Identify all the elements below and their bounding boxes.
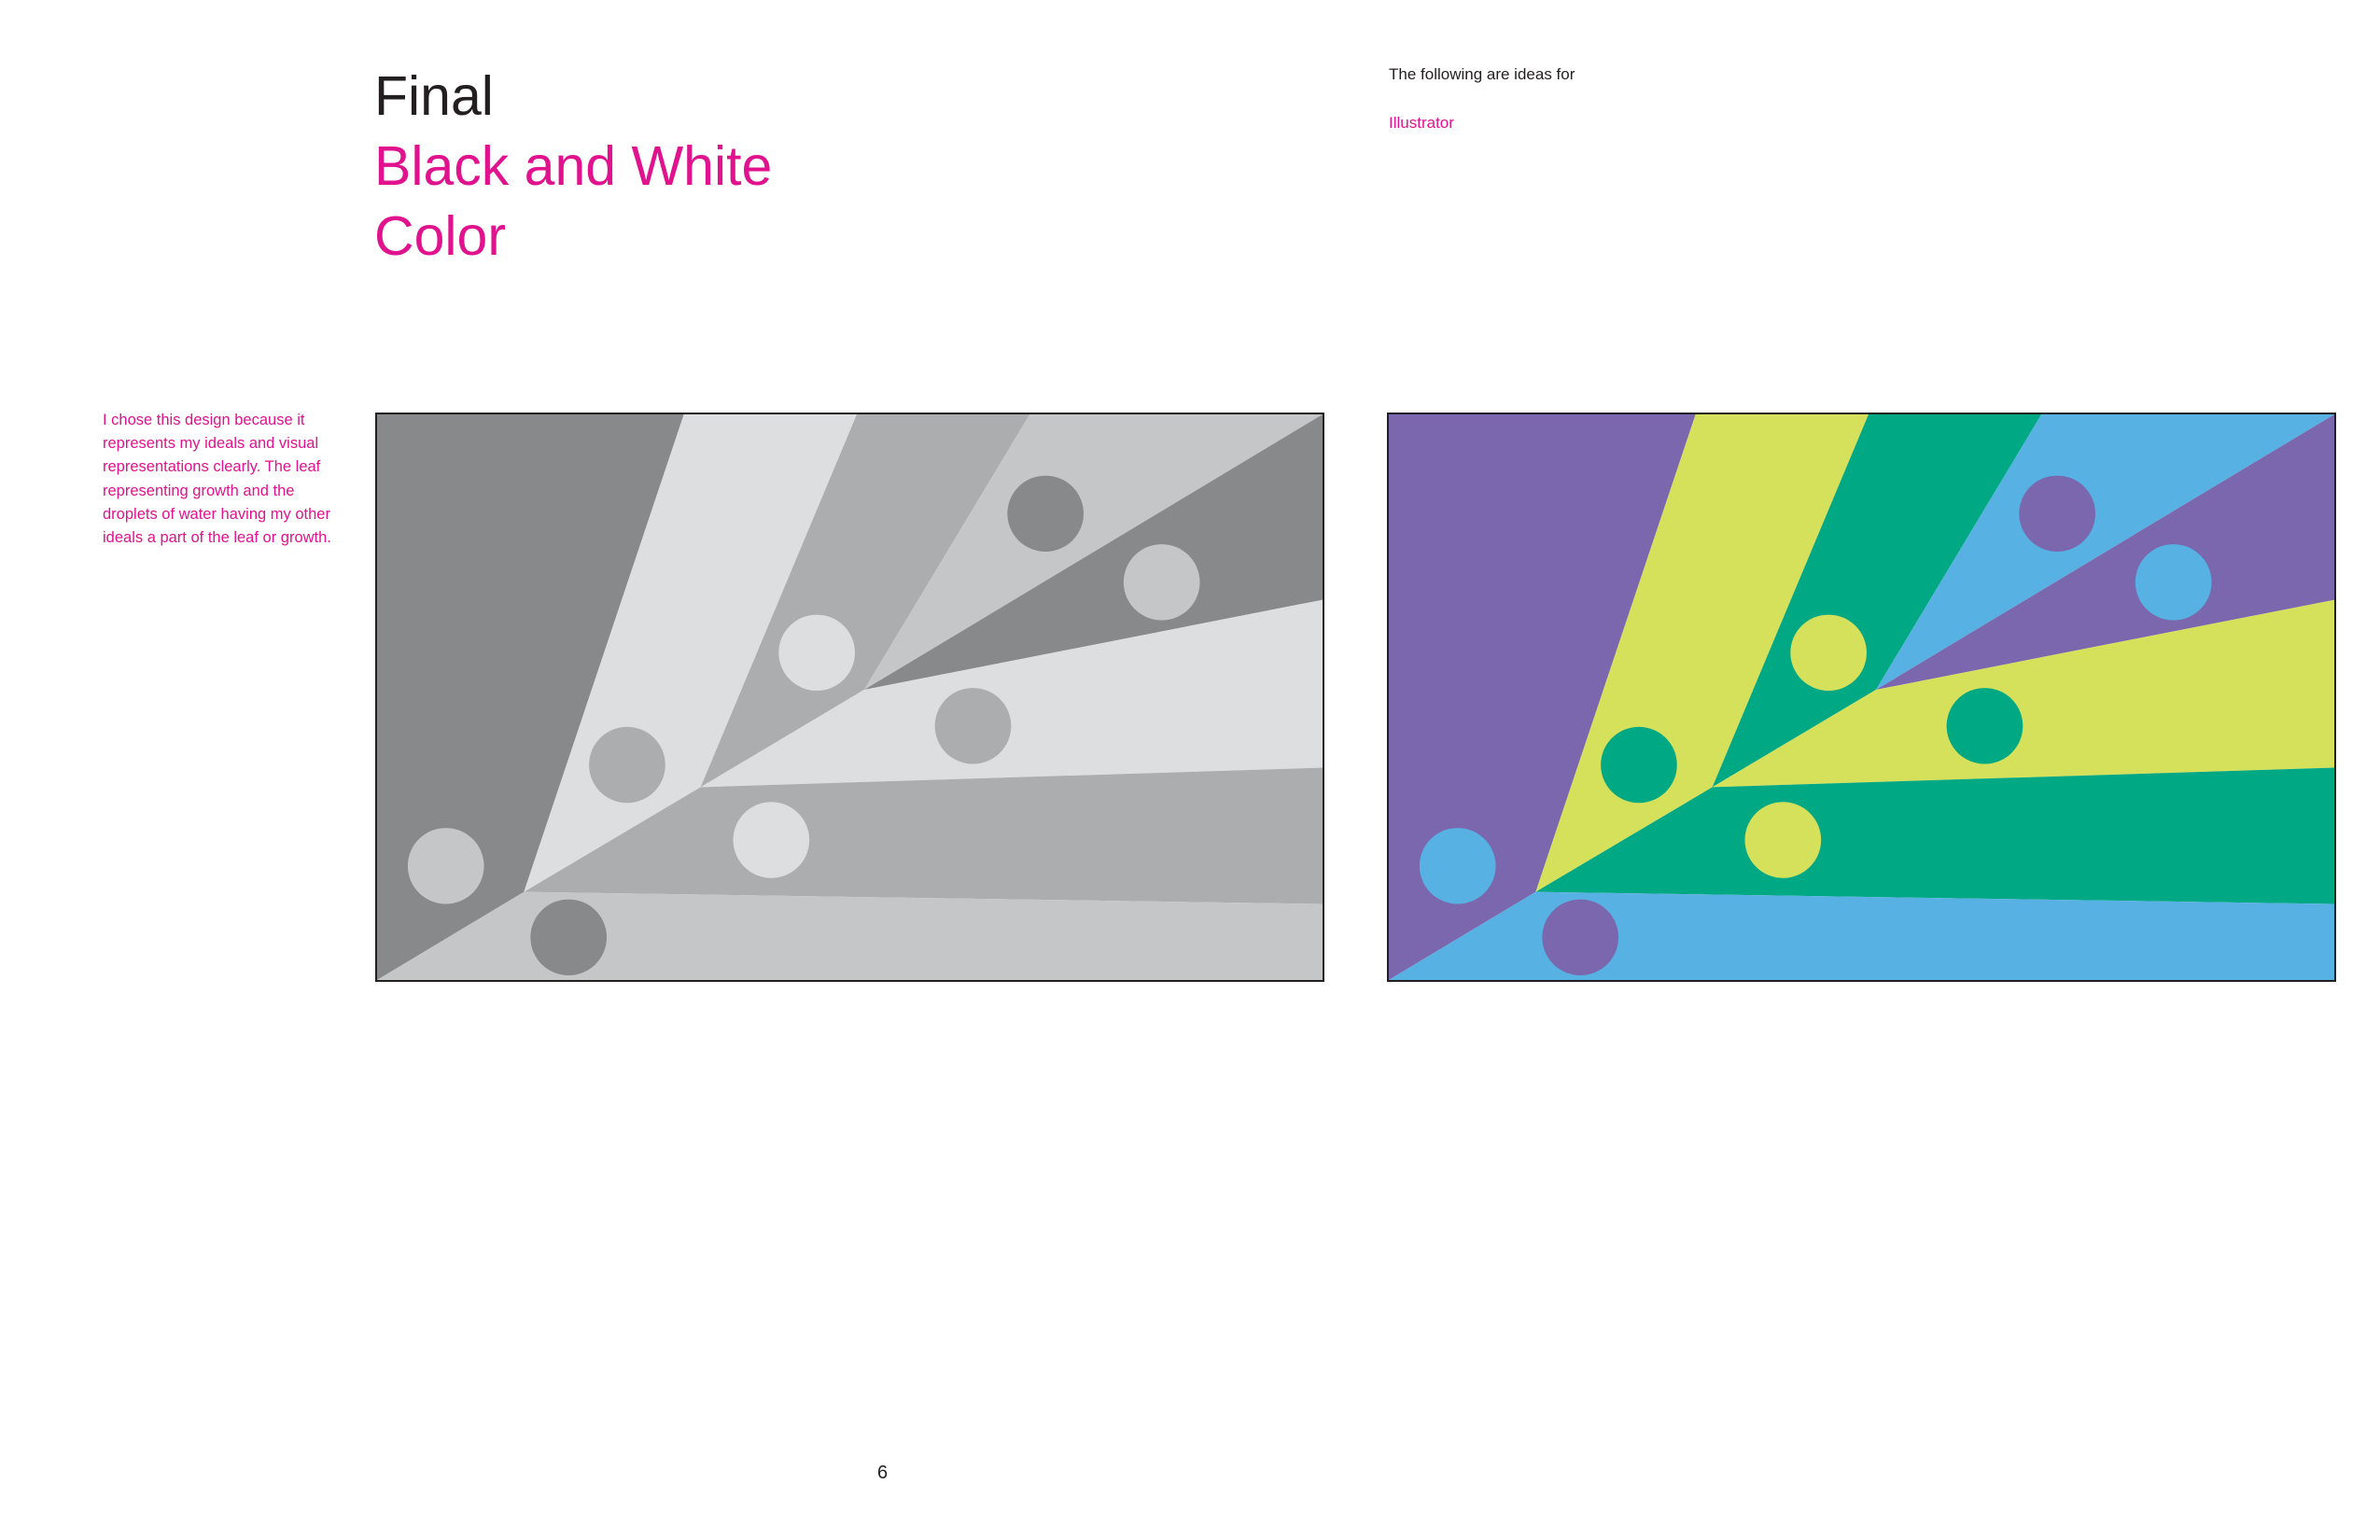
water-droplet-6	[733, 802, 810, 878]
intro-line: The following are ideas for	[1389, 65, 1575, 83]
intro-tool: Illustrator	[1389, 114, 1454, 132]
water-droplet-5	[1601, 726, 1677, 804]
water-droplet-2	[1123, 544, 1200, 621]
title-final: Final	[374, 65, 494, 127]
design-caption: I chose this design because it represent…	[103, 412, 331, 547]
water-droplet-4	[934, 688, 1012, 764]
black-and-white-artwork	[375, 413, 1324, 982]
water-droplet-2	[2135, 544, 2212, 621]
leaf-band-8	[377, 891, 1323, 980]
water-droplet-3	[1790, 614, 1867, 692]
water-droplet-1	[1007, 475, 1085, 553]
water-droplet-8	[1542, 899, 1619, 976]
water-droplet-1	[2019, 475, 2096, 553]
water-droplet-5	[589, 726, 665, 804]
intro-note: The following are ideas for Illustrator	[1389, 65, 1575, 133]
color-artwork	[1387, 413, 2336, 982]
subtitle-color: Color	[374, 205, 506, 267]
water-droplet-6	[1744, 802, 1822, 878]
leaf-band-8	[1389, 891, 2334, 980]
page-number: 6	[877, 1463, 889, 1483]
water-droplet-7	[407, 828, 484, 904]
title-block: Final Black and White Color	[374, 62, 772, 272]
water-droplet-3	[778, 614, 855, 692]
water-droplet-7	[1419, 828, 1496, 904]
subtitle-black-and-white: Black and White	[374, 135, 773, 197]
water-droplet-8	[530, 899, 608, 976]
water-droplet-4	[1946, 688, 2023, 764]
